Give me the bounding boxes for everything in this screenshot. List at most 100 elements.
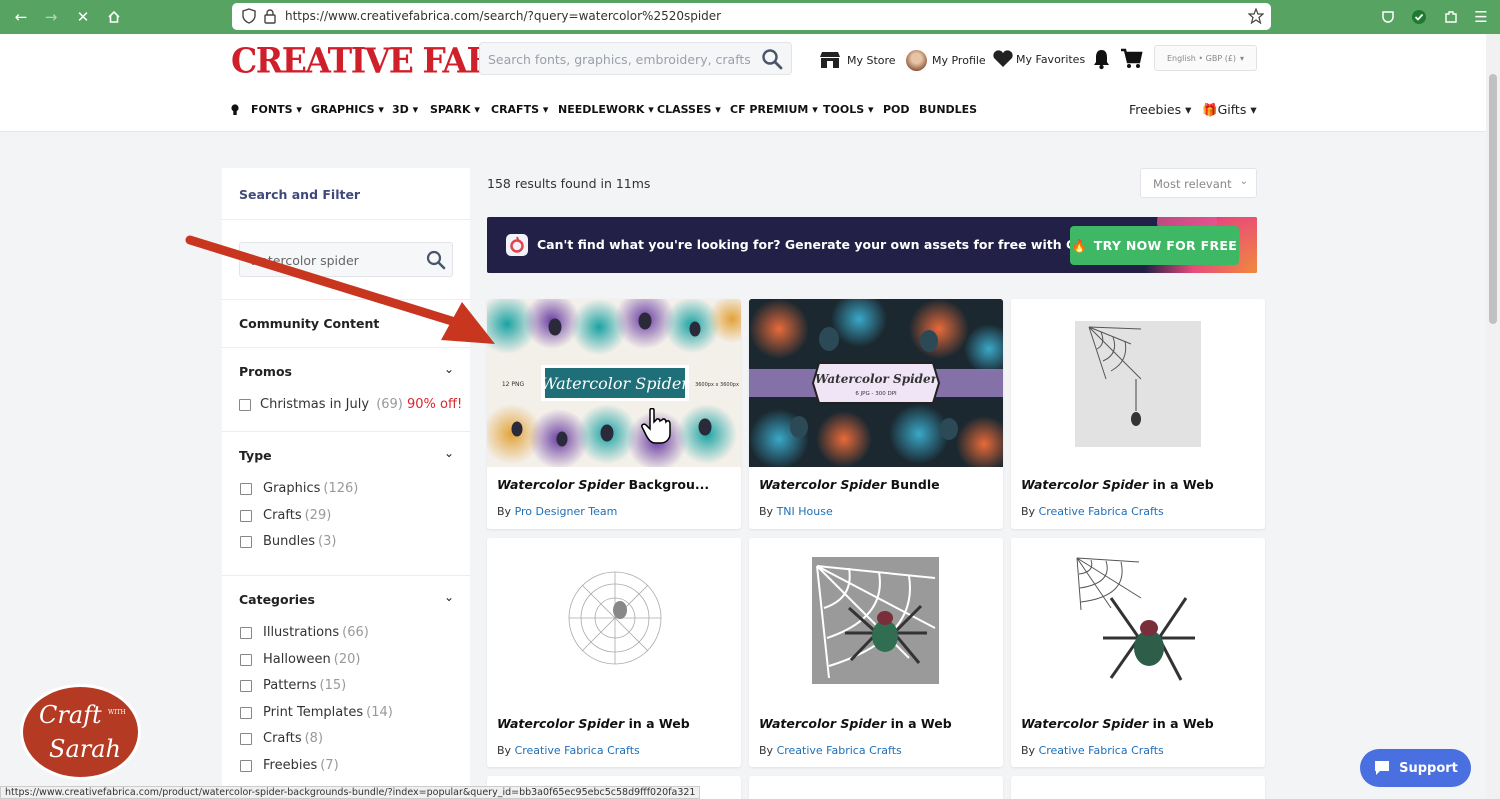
site-search-input[interactable]: Search fonts, graphics, embroidery, craf… xyxy=(479,42,792,75)
product-card[interactable]: Watercolor Spider 12 PNG 3600px x 3600px… xyxy=(487,299,741,529)
category-checkbox[interactable] xyxy=(240,627,252,639)
category-checkbox[interactable] xyxy=(240,733,252,745)
product-card[interactable]: Watercolor Spider in a Web By Creative F… xyxy=(749,538,1003,767)
product-author: By Creative Fabrica Crafts xyxy=(1021,505,1164,518)
product-card[interactable]: Watercolor Spider in a Web By Creative F… xyxy=(1011,299,1265,529)
nav-pod[interactable]: POD xyxy=(883,103,910,116)
forward-icon[interactable]: → xyxy=(40,6,62,28)
my-favorites-link[interactable]: My Favorites xyxy=(992,50,1085,68)
category-label: Illustrations (66) xyxy=(263,625,369,640)
category-checkbox[interactable] xyxy=(240,707,252,719)
author-link[interactable]: Creative Fabrica Crafts xyxy=(777,744,902,757)
home-icon[interactable] xyxy=(103,6,125,28)
shield-icon[interactable] xyxy=(241,8,257,24)
chevron-down-icon[interactable]: ⌄ xyxy=(444,362,454,376)
try-now-button[interactable]: 🔥 TRY NOW FOR FREE xyxy=(1070,226,1239,265)
product-card[interactable]: Watercolor Spider in a Web By Creative F… xyxy=(1011,538,1265,767)
promo-label: Christmas in July (69) 90% off! xyxy=(260,397,463,412)
cart-icon[interactable] xyxy=(1120,48,1143,69)
category-label: Freebies (7) xyxy=(263,758,339,773)
type-checkbox-crafts[interactable] xyxy=(240,510,252,522)
type-heading[interactable]: Type xyxy=(239,448,272,463)
my-store-link[interactable]: My Store xyxy=(818,50,896,70)
nav-spark[interactable]: SPARK ▾ xyxy=(430,103,480,116)
author-link[interactable]: Creative Fabrica Crafts xyxy=(515,744,640,757)
nav-classes[interactable]: CLASSES ▾ xyxy=(657,103,721,116)
page-scrollbar[interactable] xyxy=(1486,34,1500,799)
categories-heading[interactable]: Categories xyxy=(239,592,315,607)
type-label-bundles: Bundles (3) xyxy=(263,534,337,549)
category-label: Patterns (15) xyxy=(263,678,347,693)
address-bar[interactable]: https://www.creativefabrica.com/search/?… xyxy=(232,3,1271,30)
category-checkbox[interactable] xyxy=(240,760,252,772)
chevron-down-icon[interactable]: ⌄ xyxy=(444,590,454,604)
category-checkbox[interactable] xyxy=(240,680,252,692)
author-link[interactable]: TNI House xyxy=(777,505,833,518)
product-author: By Creative Fabrica Crafts xyxy=(497,744,640,757)
product-card[interactable] xyxy=(749,776,1003,799)
stop-loading-icon[interactable]: ✕ xyxy=(72,6,94,28)
nav-3d[interactable]: 3D ▾ xyxy=(392,103,418,116)
product-title[interactable]: Watercolor Spider Bundle xyxy=(759,477,940,492)
product-card[interactable]: Watercolor Spider in a Web By Creative F… xyxy=(487,538,741,767)
nav-fonts[interactable]: FONTS ▾ xyxy=(251,103,302,116)
product-title[interactable]: Watercolor Spider in a Web xyxy=(759,716,952,731)
type-section: Type ⌄ Graphics (126) Crafts (29) Bundles(… xyxy=(222,431,470,576)
product-thumbnail[interactable] xyxy=(487,538,741,706)
support-label: Support xyxy=(1399,760,1458,776)
product-title[interactable]: Watercolor Spider in a Web xyxy=(497,716,690,731)
watermark-line-2: Sarah xyxy=(49,735,121,763)
nav-gifts[interactable]: 🎁Gifts ▾ xyxy=(1202,102,1257,118)
promos-heading[interactable]: Promos xyxy=(239,364,292,379)
nav-bundles[interactable]: BUNDLES xyxy=(919,103,977,116)
menu-hamburger-icon[interactable]: ☰ xyxy=(1470,6,1492,28)
lock-icon[interactable] xyxy=(262,8,278,24)
bookmark-star-icon[interactable] xyxy=(1248,8,1264,24)
categories-section: Categories ⌄ Illustrations (66) Halloween… xyxy=(222,575,470,799)
nav-graphics[interactable]: GRAPHICS ▾ xyxy=(311,103,384,116)
product-title[interactable]: Watercolor Spider in a Web xyxy=(1021,716,1214,731)
browser-toolbar: ← → ✕ https://www.creativefabrica.com/se… xyxy=(0,0,1500,34)
product-title[interactable]: Watercolor Spider Backgrou... xyxy=(497,477,709,492)
status-bar-url: https://www.creativefabrica.com/product/… xyxy=(0,786,701,799)
category-checkbox[interactable] xyxy=(240,654,252,666)
author-link[interactable]: Creative Fabrica Crafts xyxy=(1039,744,1164,757)
lightbulb-icon[interactable] xyxy=(231,104,239,116)
craft-with-sarah-watermark: Craft WITH Sarah xyxy=(20,684,141,780)
category-label: Halloween (20) xyxy=(263,652,361,667)
back-icon[interactable]: ← xyxy=(10,6,32,28)
nav-tools[interactable]: TOOLS ▾ xyxy=(823,103,874,116)
type-label-crafts: Crafts (29) xyxy=(263,508,332,523)
product-thumbnail[interactable]: Watercolor Spider 12 PNG 3600px x 3600px xyxy=(487,299,741,467)
type-checkbox-bundles[interactable] xyxy=(240,536,252,548)
extension-check-icon[interactable] xyxy=(1408,6,1430,28)
hand-cursor-icon xyxy=(641,408,671,444)
product-card[interactable] xyxy=(1011,776,1265,799)
product-thumbnail[interactable]: Watercolor Spider 6 JPG - 300 DPI xyxy=(749,299,1003,467)
chevron-down-icon[interactable]: ⌄ xyxy=(444,446,454,460)
product-thumbnail[interactable] xyxy=(1011,538,1265,706)
product-title[interactable]: Watercolor Spider in a Web xyxy=(1021,477,1214,492)
language-currency-select[interactable]: English • GBP (£) ▾ xyxy=(1154,45,1257,71)
search-icon[interactable] xyxy=(761,48,783,70)
nav-freebies[interactable]: Freebies ▾ xyxy=(1129,102,1191,117)
my-profile-link[interactable]: My Profile xyxy=(906,50,986,71)
nav-cf-premium[interactable]: CF PREMIUM ▾ xyxy=(730,103,818,116)
product-thumbnail[interactable] xyxy=(1011,299,1265,467)
notification-bell-icon[interactable] xyxy=(1092,48,1111,70)
avatar xyxy=(906,50,927,71)
author-link[interactable]: Creative Fabrica Crafts xyxy=(1039,505,1164,518)
extensions-puzzle-icon[interactable] xyxy=(1440,6,1462,28)
nav-crafts[interactable]: CRAFTS ▾ xyxy=(491,103,548,116)
nav-needlework[interactable]: NEEDLEWORK ▾ xyxy=(558,103,654,116)
type-checkbox-graphics[interactable] xyxy=(240,483,252,495)
pocket-icon[interactable] xyxy=(1377,6,1399,28)
product-thumbnail[interactable] xyxy=(749,538,1003,706)
support-button[interactable]: Support xyxy=(1360,749,1471,787)
scrollbar-thumb[interactable] xyxy=(1489,74,1497,324)
thumbnail-title: Watercolor Spider xyxy=(541,374,690,393)
product-card[interactable]: Watercolor Spider 6 JPG - 300 DPI Waterc… xyxy=(749,299,1003,529)
sort-select[interactable]: Most relevant ⌄ xyxy=(1140,168,1257,198)
promo-checkbox[interactable] xyxy=(239,399,251,411)
author-link[interactable]: Pro Designer Team xyxy=(515,505,618,518)
